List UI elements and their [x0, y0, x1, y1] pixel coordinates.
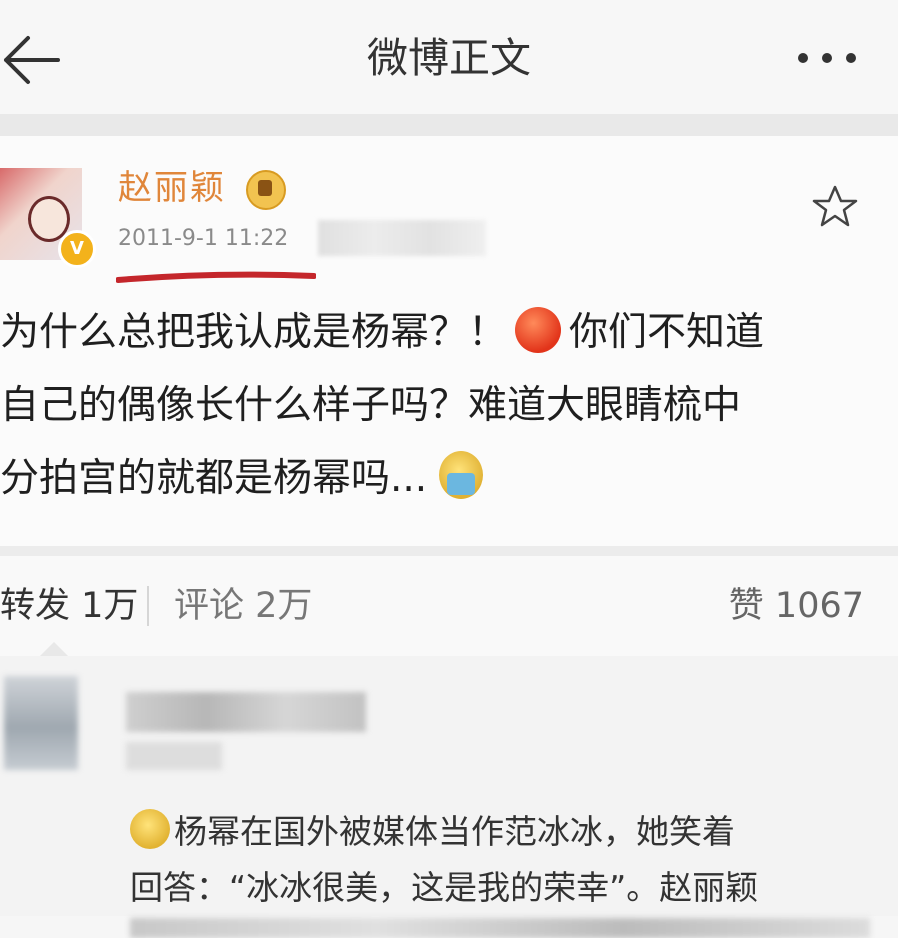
comment-body: 杨幂在国外被媒体当作范冰冰，她笑着 回答：“冰冰很美，这是我的荣幸”。赵丽颖: [130, 804, 890, 916]
header-divider: [0, 114, 898, 136]
like-count: 1067: [774, 586, 864, 626]
stats-divider: [0, 546, 898, 556]
post-line: 分拍宫的就都是杨幂吗...: [0, 442, 880, 515]
post-line: 为什么总把我认成是杨幂？！ 你们不知道: [0, 296, 880, 369]
post-body: 为什么总把我认成是杨幂？！ 你们不知道 自己的偶像长什么样子吗？难道大眼睛梳中 分…: [0, 296, 880, 515]
like-label: 赞: [728, 586, 764, 626]
vip-verified-icon: V: [58, 230, 96, 268]
author-name[interactable]: 赵丽颖: [118, 164, 226, 212]
comment-cutoff-line: [130, 918, 870, 938]
repost-count: 1万: [81, 586, 139, 626]
smile-emoji-icon: [130, 809, 170, 849]
repost-label: 转发: [0, 586, 71, 626]
commenter-name-blurred: [126, 692, 366, 732]
commenter-avatar[interactable]: [4, 676, 78, 770]
member-crown-icon: [246, 170, 286, 210]
comment-count: 2万: [255, 586, 313, 626]
tab-pointer: [40, 642, 68, 656]
comment-text-segment: 杨幂在国外被媒体当作范冰冰，她笑着: [174, 812, 735, 851]
angry-emoji-icon: [515, 307, 562, 353]
page-title: 微博正文: [367, 34, 531, 82]
crying-emoji-icon: [439, 451, 484, 499]
blurred-source: [318, 220, 486, 256]
post-text-segment: 分拍宫的就都是杨幂吗...: [0, 456, 428, 501]
post-stats-bar: 转发 1万 评论 2万 赞 1067: [0, 556, 898, 656]
post-text-segment: 你们不知道: [569, 310, 765, 355]
comment-list: 杨幂在国外被媒体当作范冰冰，她笑着 回答：“冰冰很美，这是我的荣幸”。赵丽颖: [0, 656, 898, 938]
post-line: 自己的偶像长什么样子吗？难道大眼睛梳中: [0, 383, 742, 428]
post-timestamp: 2011-9-1 11:22: [118, 226, 289, 251]
repost-tab[interactable]: 转发 1万: [0, 556, 138, 656]
star-icon[interactable]: [812, 184, 858, 228]
like-tab[interactable]: 赞 1067: [729, 556, 864, 656]
red-underline-annotation: [116, 271, 316, 283]
comment-label: 评论: [174, 586, 245, 626]
comment-line: 杨幂在国外被媒体当作范冰冰，她笑着: [130, 804, 890, 860]
comment-tab[interactable]: 评论 2万: [174, 556, 312, 656]
comment-line: 回答：“冰冰很美，这是我的荣幸”。赵丽颖: [130, 868, 759, 907]
weibo-post: V 赵丽颖 2011-9-1 11:22 为什么总把我认成是杨幂？！ 你们不知道 …: [0, 136, 898, 546]
top-bar: 微博正文: [0, 0, 898, 114]
stat-divider: [147, 586, 149, 626]
more-dots-icon[interactable]: [792, 46, 862, 70]
post-text-segment: 为什么总把我认成是杨幂？！: [0, 310, 508, 355]
comment-meta-blurred: [126, 742, 222, 770]
